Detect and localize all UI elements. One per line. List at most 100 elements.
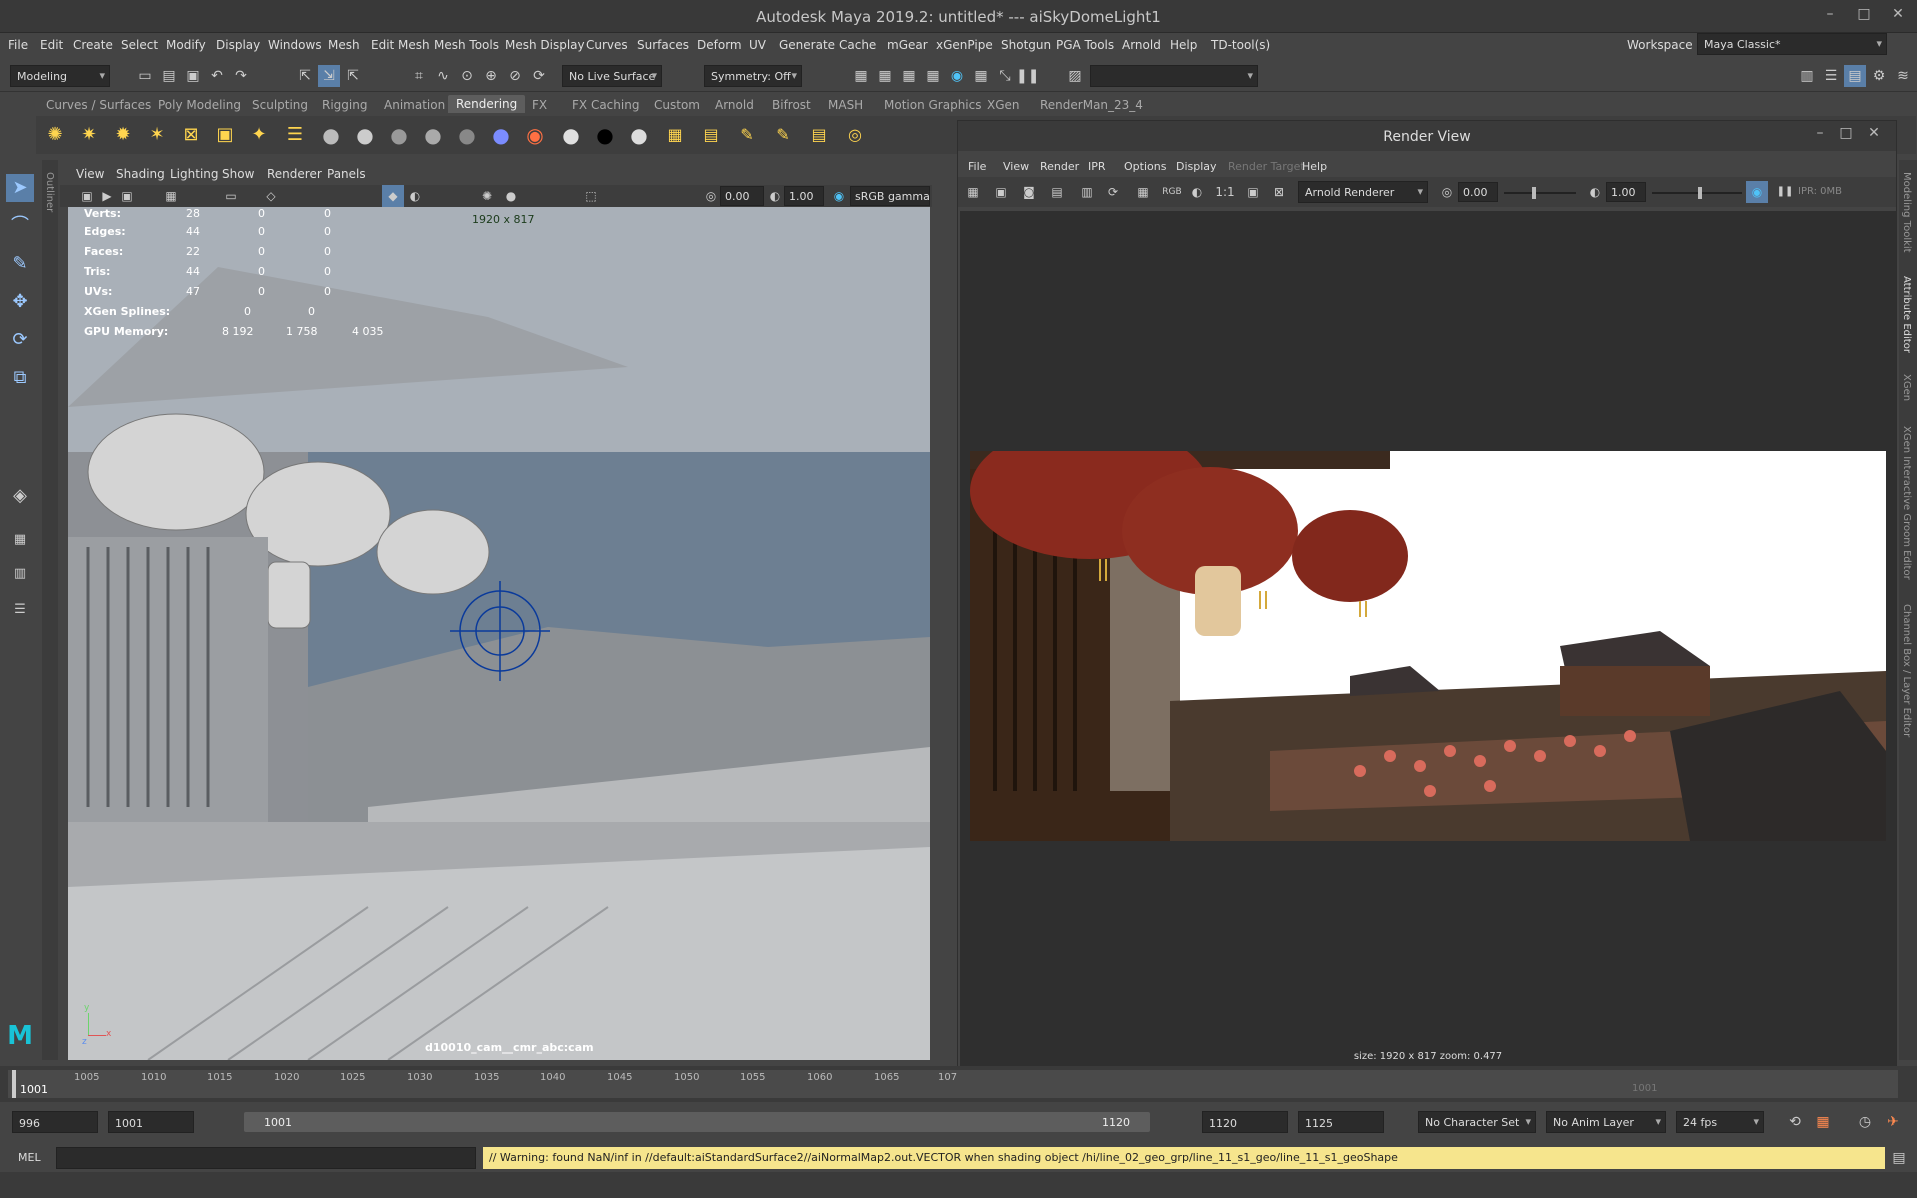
rv-rgb-toggle[interactable]: RGB — [1158, 181, 1186, 203]
menu-deform[interactable]: Deform — [697, 38, 742, 52]
menu-mesh[interactable]: Mesh — [328, 38, 360, 52]
textured-icon[interactable]: ◐ — [404, 185, 426, 207]
spot-light-icon[interactable]: ✷ — [78, 124, 100, 146]
side-tab-modeling-toolkit[interactable]: Modeling Toolkit — [1901, 172, 1912, 253]
current-time-marker[interactable] — [12, 1070, 16, 1098]
menuset-dropdown[interactable]: Modeling — [10, 65, 110, 87]
camera-icon[interactable]: ▶ — [96, 185, 118, 207]
shelf-tab-fx-caching[interactable]: FX Caching — [572, 98, 639, 112]
playback-prefs-icon[interactable]: ✈ — [1882, 1111, 1904, 1133]
rv-keep-image-icon[interactable]: ▦ — [1132, 181, 1154, 203]
rv-ratio-button[interactable]: 1:1 — [1210, 181, 1240, 203]
menu-select[interactable]: Select — [121, 38, 158, 52]
menu-curves[interactable]: Curves — [586, 38, 628, 52]
light-editor-icon[interactable]: ☰ — [284, 124, 306, 146]
smooth-shade-icon[interactable]: ◆ — [382, 185, 404, 207]
menu-arnold[interactable]: Arnold — [1122, 38, 1161, 52]
attribute-editor-icon[interactable]: ☰ — [1820, 65, 1842, 87]
mesh-light-icon[interactable]: ▣ — [214, 124, 236, 146]
render-layer-icon[interactable]: ▤ — [700, 124, 722, 146]
vp-menu-panels[interactable]: Panels — [327, 167, 366, 181]
toon-shader-icon[interactable]: ● — [490, 124, 512, 146]
rv-exposure-handle[interactable] — [1532, 187, 1536, 199]
shelf-tab-motion-graphics[interactable]: Motion Graphics — [884, 98, 982, 112]
shelf-tab-fx[interactable]: FX — [532, 98, 547, 112]
rv-maximize-button[interactable]: □ — [1834, 125, 1858, 141]
menu-file[interactable]: File — [8, 38, 28, 52]
shelf-tab-sculpting[interactable]: Sculpting — [252, 98, 308, 112]
rv-menu-display[interactable]: Display — [1176, 160, 1217, 173]
blinn-icon[interactable]: ● — [354, 124, 376, 146]
point-light-icon[interactable]: ✹ — [112, 124, 134, 146]
color-management-icon[interactable]: ◉ — [828, 185, 850, 207]
shelf-tab-curves-surfaces[interactable]: Curves / Surfaces — [46, 98, 151, 112]
snap-point-icon[interactable]: ⊙ — [456, 65, 478, 87]
menu-td-tools[interactable]: TD-tool(s) — [1211, 38, 1270, 52]
redo-icon[interactable]: ↷ — [230, 65, 252, 87]
quick-select-field[interactable] — [1090, 65, 1258, 87]
mel-label[interactable]: MEL — [18, 1151, 41, 1164]
side-tab-xgen-groom[interactable]: XGen Interactive Groom Editor — [1901, 426, 1912, 580]
menu-mgear[interactable]: mGear — [887, 38, 928, 52]
shelf-tab-arnold[interactable]: Arnold — [715, 98, 754, 112]
character-set-dropdown[interactable]: No Character Set — [1418, 1111, 1536, 1133]
mel-input[interactable] — [56, 1147, 476, 1169]
menu-generate[interactable]: Generate — [779, 38, 835, 52]
outliner-strip[interactable]: Outliner — [42, 160, 58, 1060]
shading-map-icon[interactable]: ● — [628, 124, 650, 146]
snap-curve-icon[interactable]: ∿ — [432, 65, 454, 87]
shelf-tab-rigging[interactable]: Rigging — [322, 98, 367, 112]
input-mode-icon[interactable]: ▨ — [1064, 65, 1086, 87]
ipr-render-icon[interactable]: ▦ — [898, 65, 920, 87]
soft-select-icon[interactable]: ◈ — [6, 482, 34, 510]
ai-standard-icon[interactable]: ● — [456, 124, 478, 146]
menu-create[interactable]: Create — [73, 38, 113, 52]
3d-viewport[interactable]: Verts: 28 0 0 Edges: 44 0 0 Faces: 22 0 … — [68, 207, 930, 1060]
pause-icon[interactable]: ❚❚ — [1016, 65, 1039, 87]
modeling-toolkit-icon[interactable]: ▥ — [1796, 65, 1818, 87]
menu-mesh-display[interactable]: Mesh Display — [505, 38, 585, 52]
shelf-tab-bifrost[interactable]: Bifrost — [772, 98, 811, 112]
rv-region-render-icon[interactable]: ▣ — [990, 181, 1012, 203]
menu-edit[interactable]: Edit — [40, 38, 63, 52]
snap-pivot-icon[interactable]: ⟳ — [528, 65, 550, 87]
gamma-icon[interactable]: ◐ — [764, 185, 786, 207]
shelf-tab-rendering[interactable]: Rendering — [448, 95, 526, 113]
save-scene-icon[interactable]: ▣ — [182, 65, 204, 87]
menu-uv[interactable]: UV — [749, 38, 766, 52]
rv-alpha-icon[interactable]: ◐ — [1186, 181, 1208, 203]
layout-single-icon[interactable]: ▦ — [6, 526, 34, 554]
symmetry-dropdown[interactable]: Symmetry: Off — [704, 65, 802, 87]
rv-snapshot-icon[interactable]: ◙ — [1018, 181, 1040, 203]
directional-light-icon[interactable]: ✺ — [44, 124, 66, 146]
side-tab-xgen[interactable]: XGen — [1901, 374, 1912, 401]
ramp-shader-icon[interactable]: ◉ — [524, 124, 546, 146]
rv-gamma-icon[interactable]: ◐ — [1584, 181, 1606, 203]
rv-menu-help[interactable]: Help — [1302, 160, 1327, 173]
rv-gamma-handle[interactable] — [1698, 187, 1702, 199]
shelf-tab-custom[interactable]: Custom — [654, 98, 700, 112]
menu-windows[interactable]: Windows — [268, 38, 322, 52]
render-view-icon[interactable]: ▦ — [922, 65, 944, 87]
select-hierarchy-icon[interactable]: ⇱ — [294, 65, 316, 87]
snap-view-icon[interactable]: ⊕ — [480, 65, 502, 87]
rv-exposure-slider[interactable] — [1504, 192, 1576, 194]
move-tool-icon[interactable]: ✥ — [6, 288, 34, 316]
scale-tool-icon[interactable]: ⧉ — [6, 364, 34, 392]
rv-redo-render-icon[interactable]: ▦ — [962, 181, 984, 203]
render-flags-icon[interactable]: ▤ — [808, 124, 830, 146]
range-slider[interactable]: 1001 1120 — [244, 1112, 1150, 1132]
layout-four-icon[interactable]: ▥ — [6, 560, 34, 588]
exposure-field[interactable]: 0.00 — [720, 186, 764, 206]
render-view-titlebar[interactable]: Render View – □ ✕ — [958, 121, 1896, 151]
vp-menu-renderer[interactable]: Renderer — [267, 167, 322, 181]
menu-cache[interactable]: Cache — [839, 38, 876, 52]
loop-icon[interactable]: ⟲ — [1784, 1111, 1806, 1133]
camera-attr-icon[interactable]: ▣ — [76, 185, 98, 207]
undo-icon[interactable]: ↶ — [206, 65, 228, 87]
vp-menu-lighting[interactable]: Lighting — [170, 167, 219, 181]
wireframe-icon[interactable]: ◇ — [260, 185, 282, 207]
vp-menu-shading[interactable]: Shading — [116, 167, 165, 181]
render-settings-icon[interactable]: ▦ — [850, 65, 872, 87]
select-tool-icon[interactable]: ➤ — [6, 174, 34, 202]
